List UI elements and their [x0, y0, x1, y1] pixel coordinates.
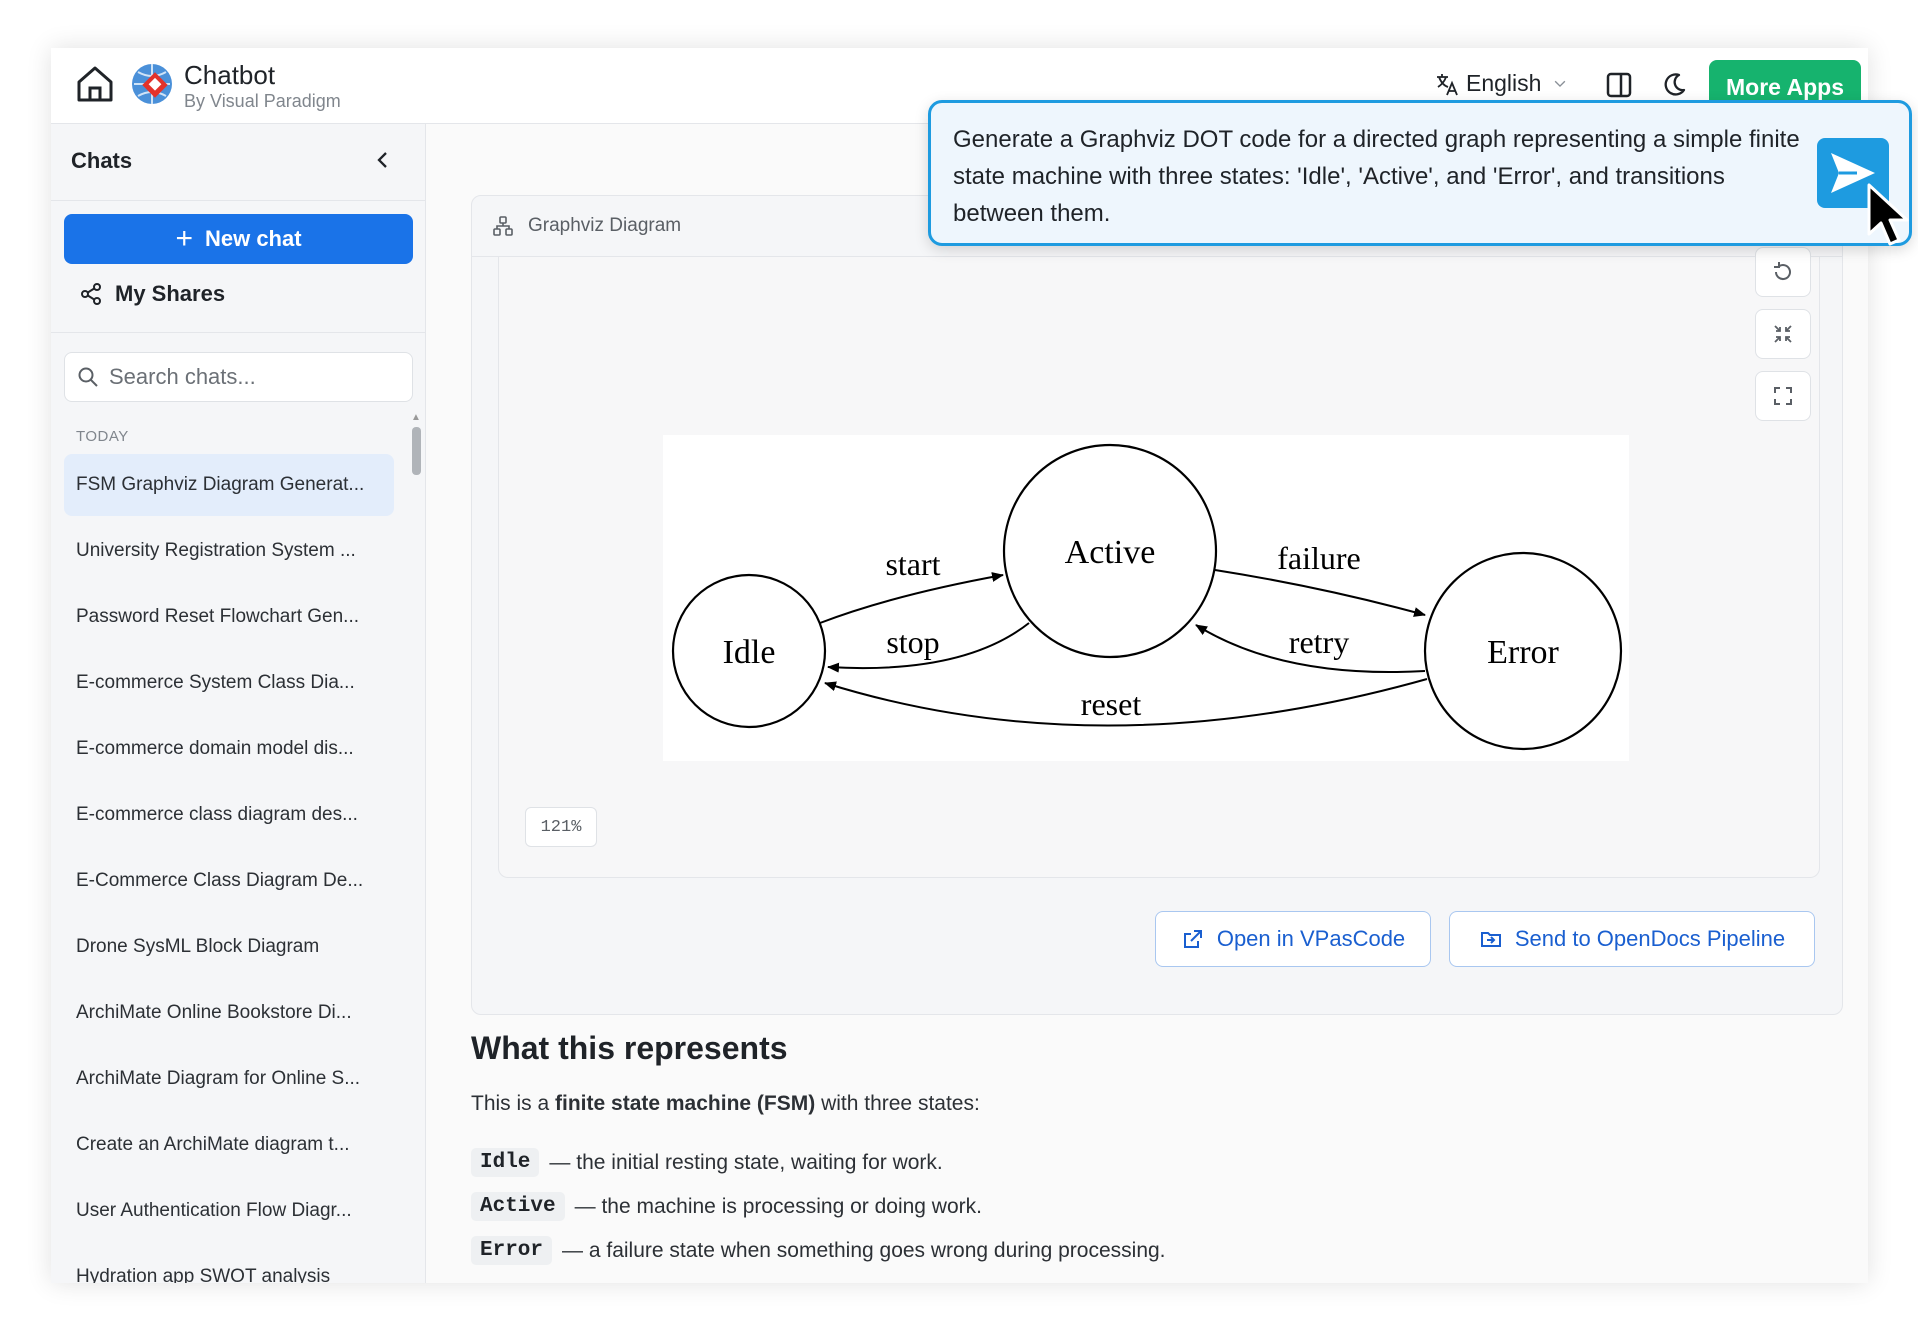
state-desc: — the initial resting state, waiting for… — [549, 1150, 943, 1174]
chat-item[interactable]: University Registration System ... — [64, 520, 394, 582]
fullscreen-icon — [1774, 387, 1792, 405]
sidebar: Chats + New chat My Shares TODAY — [51, 124, 426, 1283]
state-desc: — the machine is processing or doing wor… — [574, 1194, 982, 1218]
edge-label-stop: stop — [886, 624, 939, 660]
prompt-bubble[interactable]: Generate a Graphviz DOT code for a direc… — [928, 100, 1912, 246]
my-shares-link[interactable]: My Shares — [79, 281, 225, 307]
chat-item[interactable]: ArchiMate Online Bookstore Di... — [64, 982, 394, 1044]
open-in-vpascode-button[interactable]: Open in VPasCode — [1155, 911, 1431, 967]
send-to-opendocs-label: Send to OpenDocs Pipeline — [1514, 926, 1786, 951]
edge-label-reset: reset — [1081, 686, 1142, 722]
state-code: Idle — [471, 1148, 540, 1177]
intro-text-end: with three states: — [815, 1092, 980, 1115]
moon-icon[interactable] — [1659, 70, 1689, 100]
state-item: Error — a failure state when something g… — [471, 1236, 1166, 1265]
diagram-hierarchy-icon — [493, 216, 513, 236]
edge-label-retry: retry — [1289, 624, 1349, 660]
chat-item[interactable]: Password Reset Flowchart Gen... — [64, 586, 394, 648]
new-chat-label: New chat — [204, 226, 302, 251]
intro-text: This is a — [471, 1092, 556, 1115]
state-desc: — a failure state when something goes wr… — [562, 1238, 1166, 1262]
rotate-ccw-icon — [1774, 262, 1791, 281]
my-shares-label: My Shares — [115, 281, 226, 306]
chat-item[interactable]: Hydration app SWOT analysis — [64, 1246, 394, 1283]
chat-item[interactable]: E-Commerce Class Diagram De... — [64, 850, 394, 912]
intro-bold: finite state machine (FSM) — [555, 1092, 816, 1115]
explanation-heading: What this represents — [471, 1030, 788, 1066]
brand[interactable]: Chatbot By Visual Paradigm — [184, 60, 341, 112]
sidebar-title: Chats — [71, 148, 133, 173]
main-content: Graphviz Diagram Idle Active Error start… — [426, 124, 1868, 1283]
explanation-intro: This is a finite state machine (FSM) wit… — [471, 1092, 980, 1116]
state-item: Idle — the initial resting state, waitin… — [471, 1148, 943, 1177]
edge-label-start: start — [885, 546, 940, 582]
node-label-error: Error — [1487, 634, 1559, 671]
diagram-card-title: Graphviz Diagram — [528, 215, 682, 236]
diagram-canvas[interactable]: Idle Active Error start stop failure ret… — [498, 247, 1820, 878]
search-input[interactable] — [109, 364, 399, 390]
chat-item[interactable]: E-commerce class diagram des... — [64, 784, 394, 846]
translate-icon — [1437, 73, 1458, 95]
reset-view-button[interactable] — [1755, 247, 1811, 297]
diagram-card: Graphviz Diagram Idle Active Error start… — [471, 195, 1843, 1015]
language-label: English — [1466, 70, 1542, 96]
fit-view-button[interactable] — [1755, 309, 1811, 359]
mouse-cursor-icon — [1867, 183, 1909, 246]
chat-item[interactable]: Drone SysML Block Diagram — [64, 916, 394, 978]
chat-item[interactable]: E-commerce domain model dis... — [64, 718, 394, 780]
prompt-text: Generate a Graphviz DOT code for a direc… — [953, 126, 1800, 227]
send-to-opendocs-button[interactable]: Send to OpenDocs Pipeline — [1449, 911, 1815, 967]
node-label-idle: Idle — [723, 634, 776, 671]
open-in-vpascode-label: Open in VPasCode — [1216, 926, 1406, 951]
chat-item[interactable]: E-commerce System Class Dia... — [64, 652, 394, 714]
globe-logo-icon — [132, 64, 172, 104]
brand-subtitle: By Visual Paradigm — [184, 91, 341, 111]
chevron-down-icon — [1555, 80, 1566, 87]
chat-item[interactable]: Create an ArchiMate diagram t... — [64, 1114, 394, 1176]
sidebar-divider — [51, 200, 425, 201]
external-link-icon — [1183, 930, 1202, 948]
search-icon — [78, 367, 98, 387]
brand-title: Chatbot — [184, 60, 276, 90]
chat-item[interactable]: User Authentication Flow Diagr... — [64, 1180, 394, 1242]
sidebar-scrollbar-thumb[interactable] — [412, 427, 421, 475]
zoom-level-badge: 121% — [525, 807, 597, 847]
state-code: Active — [471, 1192, 565, 1221]
section-label-today: TODAY — [76, 428, 129, 445]
split-panel-icon[interactable] — [1604, 70, 1634, 100]
search-box[interactable] — [64, 352, 413, 402]
chat-list: FSM Graphviz Diagram Generat... Universi… — [64, 454, 394, 1283]
fullscreen-button[interactable] — [1755, 371, 1811, 421]
state-code: Error — [471, 1236, 553, 1265]
plus-icon: + — [175, 222, 193, 255]
language-selector[interactable]: English — [1434, 70, 1569, 97]
edge-failure — [1214, 569, 1426, 617]
node-label-active: Active — [1065, 534, 1156, 571]
edge-label-failure: failure — [1277, 540, 1361, 576]
shrink-arrows-icon — [1774, 325, 1792, 343]
fsm-graph: Idle Active Error start stop failure ret… — [663, 435, 1629, 761]
sidebar-divider — [51, 332, 425, 333]
chat-item[interactable]: FSM Graphviz Diagram Generat... — [64, 454, 394, 516]
home-icon[interactable] — [73, 62, 117, 106]
chat-item[interactable]: ArchiMate Diagram for Online S... — [64, 1048, 394, 1110]
share-icon — [81, 283, 101, 305]
state-item: Active — the machine is processing or do… — [471, 1192, 982, 1221]
folder-import-icon — [1480, 932, 1501, 947]
scroll-up-arrow-icon[interactable]: ▲ — [411, 412, 421, 423]
chevron-left-icon[interactable] — [369, 146, 397, 174]
edge-start — [819, 572, 1004, 624]
new-chat-button[interactable]: + New chat — [64, 214, 413, 264]
